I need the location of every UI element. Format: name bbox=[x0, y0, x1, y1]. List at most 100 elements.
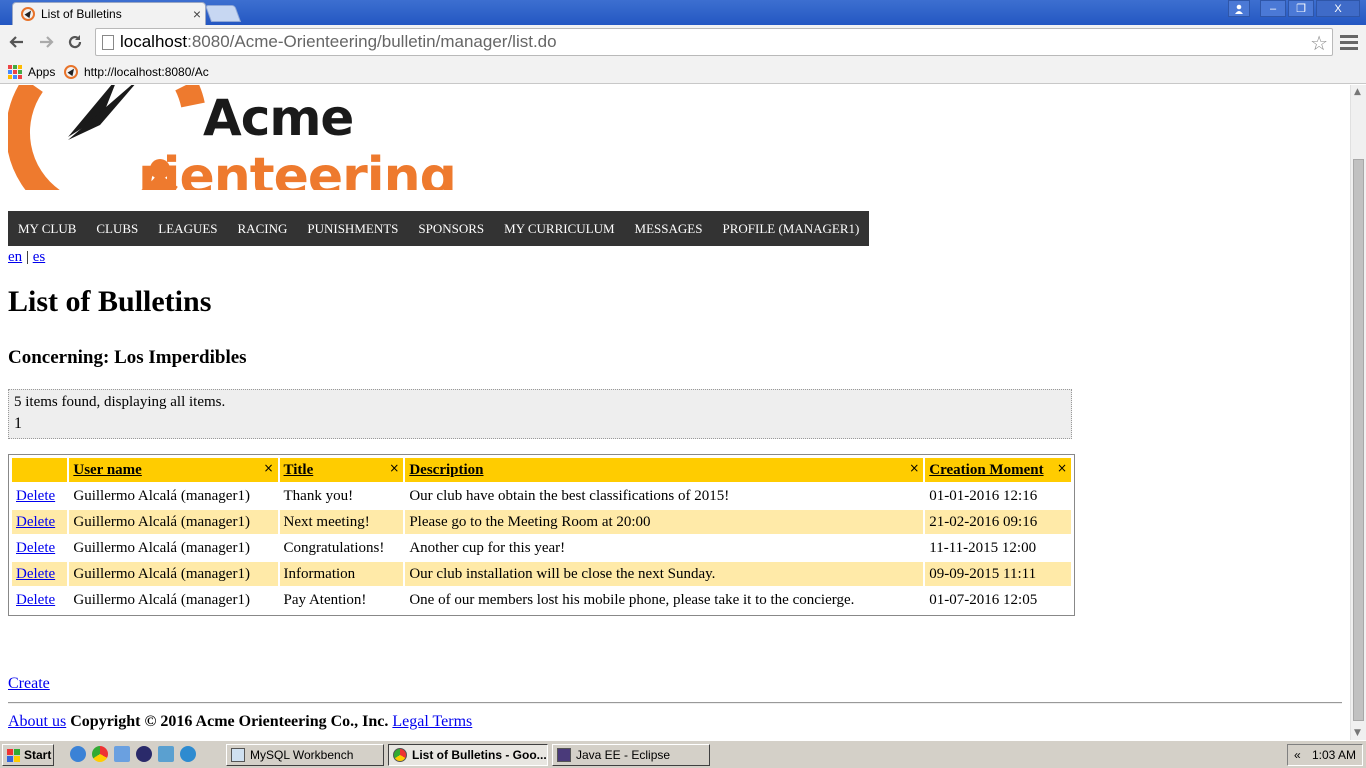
legal-terms-link[interactable]: Legal Terms bbox=[392, 713, 472, 730]
browser-menu-icon[interactable] bbox=[1340, 31, 1358, 53]
start-button[interactable]: Start bbox=[2, 744, 54, 766]
taskbar-item-list-of-bulletins[interactable]: List of Bulletins - Goo... bbox=[388, 744, 548, 766]
sort-creation-moment-link[interactable]: Creation Moment bbox=[929, 462, 1043, 478]
close-window-button[interactable]: X bbox=[1316, 0, 1360, 17]
cell-user-name: Guillermo Alcalá (manager1) bbox=[69, 562, 278, 586]
menu-racing[interactable]: RACING bbox=[238, 221, 288, 237]
eclipse-icon bbox=[557, 748, 571, 762]
table-row: Delete Guillermo Alcalá (manager1) Congr… bbox=[12, 536, 1071, 560]
tray-expand-icon[interactable]: « bbox=[1294, 748, 1301, 762]
language-switcher: en | es bbox=[8, 249, 45, 266]
column-header-actions bbox=[12, 458, 68, 482]
menu-sponsors[interactable]: SPONSORS bbox=[418, 221, 484, 237]
page-footer: About us Copyright © 2016 Acme Orienteer… bbox=[8, 713, 472, 731]
sort-title-link[interactable]: Title bbox=[284, 462, 314, 478]
tab-close-icon[interactable]: × bbox=[189, 6, 205, 22]
sort-clear-icon[interactable]: × bbox=[1057, 461, 1067, 475]
bookmark-apps[interactable]: Apps bbox=[8, 63, 55, 81]
desktop-icon[interactable] bbox=[158, 746, 174, 762]
file-manager-icon[interactable] bbox=[114, 746, 130, 762]
acme-favicon-icon bbox=[21, 7, 35, 21]
lang-es-link[interactable]: es bbox=[33, 249, 46, 265]
forward-arrow-icon[interactable] bbox=[35, 31, 57, 53]
sort-clear-icon[interactable]: × bbox=[263, 461, 273, 475]
cell-description: One of our members lost his mobile phone… bbox=[405, 588, 924, 612]
main-menu: MY CLUB CLUBS LEAGUES RACING PUNISHMENTS… bbox=[8, 211, 870, 246]
address-bar[interactable]: localhost:8080/Acme-Orienteering/bulleti… bbox=[95, 28, 1333, 56]
internet-explorer-icon[interactable] bbox=[70, 746, 86, 762]
taskbar-item-label: MySQL Workbench bbox=[250, 748, 354, 762]
column-header-creation-moment[interactable]: Creation Moment × bbox=[925, 458, 1071, 482]
bookmark-localhost-label: http://localhost:8080/Ac bbox=[84, 65, 209, 79]
new-tab-button[interactable] bbox=[204, 5, 242, 22]
tab-list-of-bulletins[interactable]: List of Bulletins × bbox=[12, 2, 206, 25]
vertical-scrollbar[interactable]: ▲ ▼ bbox=[1350, 85, 1366, 740]
network-icon[interactable] bbox=[180, 746, 196, 762]
quick-launch bbox=[70, 746, 196, 762]
chrome-icon bbox=[393, 748, 407, 762]
table-row: Delete Guillermo Alcalá (manager1) Thank… bbox=[12, 484, 1071, 508]
menu-messages[interactable]: MESSAGES bbox=[635, 221, 703, 237]
bulletins-table-container: User name × Title × Description × Creation … bbox=[8, 454, 1075, 616]
table-row: Delete Guillermo Alcalá (manager1) Next … bbox=[12, 510, 1071, 534]
about-us-link[interactable]: About us bbox=[8, 713, 66, 730]
cell-title: Congratulations! bbox=[279, 536, 404, 560]
sort-user-name-link[interactable]: User name bbox=[73, 462, 141, 478]
apps-grid-icon bbox=[8, 65, 22, 79]
taskbar-item-label: Java EE - Eclipse bbox=[576, 748, 671, 762]
delete-link[interactable]: Delete bbox=[16, 592, 55, 608]
delete-link[interactable]: Delete bbox=[16, 540, 55, 556]
column-header-description[interactable]: Description × bbox=[405, 458, 924, 482]
minimize-button[interactable]: – bbox=[1260, 0, 1286, 17]
sort-description-link[interactable]: Description bbox=[409, 462, 483, 478]
menu-my-curriculum[interactable]: MY CURRICULUM bbox=[504, 221, 614, 237]
bookmark-localhost[interactable]: http://localhost:8080/Ac bbox=[64, 63, 209, 81]
browser-toolbar: localhost:8080/Acme-Orienteering/bulleti… bbox=[0, 25, 1366, 60]
column-header-title[interactable]: Title × bbox=[279, 458, 404, 482]
taskbar-item-eclipse[interactable]: Java EE - Eclipse bbox=[552, 744, 710, 766]
cell-user-name: Guillermo Alcalá (manager1) bbox=[69, 484, 278, 508]
sort-clear-icon[interactable]: × bbox=[389, 461, 399, 475]
delete-link[interactable]: Delete bbox=[16, 566, 55, 582]
delete-link[interactable]: Delete bbox=[16, 514, 55, 530]
lang-en-link[interactable]: en bbox=[8, 249, 22, 265]
sort-clear-icon[interactable]: × bbox=[909, 461, 919, 475]
eclipse-icon[interactable] bbox=[136, 746, 152, 762]
page-icon bbox=[102, 35, 114, 50]
cell-user-name: Guillermo Alcalá (manager1) bbox=[69, 510, 278, 534]
menu-clubs[interactable]: CLUBS bbox=[96, 221, 138, 237]
cell-creation-moment: 11-11-2015 12:00 bbox=[925, 536, 1071, 560]
acme-favicon-icon bbox=[64, 65, 78, 79]
page-title: List of Bulletins bbox=[8, 285, 212, 318]
create-bulletin-link[interactable]: Create bbox=[8, 675, 50, 693]
column-header-user-name[interactable]: User name × bbox=[69, 458, 278, 482]
back-arrow-icon[interactable] bbox=[6, 31, 28, 53]
menu-leagues[interactable]: LEAGUES bbox=[158, 221, 217, 237]
cell-title: Thank you! bbox=[279, 484, 404, 508]
start-label: Start bbox=[24, 748, 52, 762]
bookmark-star-icon[interactable]: ☆ bbox=[1310, 31, 1328, 56]
reload-icon[interactable] bbox=[64, 31, 86, 53]
menu-profile[interactable]: PROFILE (MANAGER1) bbox=[722, 221, 859, 237]
restore-button[interactable]: ❐ bbox=[1288, 0, 1314, 17]
table-row: Delete Guillermo Alcalá (manager1) Pay A… bbox=[12, 588, 1071, 612]
cell-creation-moment: 01-07-2016 12:05 bbox=[925, 588, 1071, 612]
cell-title: Pay Atention! bbox=[279, 588, 404, 612]
cell-description: Please go to the Meeting Room at 20:00 bbox=[405, 510, 924, 534]
system-tray: « 1:03 AM bbox=[1287, 744, 1363, 766]
cell-title: Information bbox=[279, 562, 404, 586]
clock: 1:03 AM bbox=[1311, 748, 1356, 762]
acme-orienteering-logo: Acme rienteering bbox=[8, 85, 508, 190]
delete-link[interactable]: Delete bbox=[16, 488, 55, 504]
windows-logo-icon bbox=[7, 748, 20, 762]
page-subtitle: Concerning: Los Imperdibles bbox=[8, 347, 247, 368]
menu-my-club[interactable]: MY CLUB bbox=[18, 221, 76, 237]
taskbar-item-mysql-workbench[interactable]: MySQL Workbench bbox=[226, 744, 384, 766]
scrollbar-thumb[interactable] bbox=[1353, 159, 1364, 721]
chrome-icon[interactable] bbox=[92, 746, 108, 762]
browser-title-bar: List of Bulletins × – ❐ X bbox=[0, 0, 1366, 25]
scroll-up-icon[interactable]: ▲ bbox=[1354, 87, 1361, 97]
user-profile-icon[interactable] bbox=[1228, 0, 1250, 17]
scroll-down-icon[interactable]: ▼ bbox=[1354, 728, 1361, 738]
menu-punishments[interactable]: PUNISHMENTS bbox=[307, 221, 398, 237]
